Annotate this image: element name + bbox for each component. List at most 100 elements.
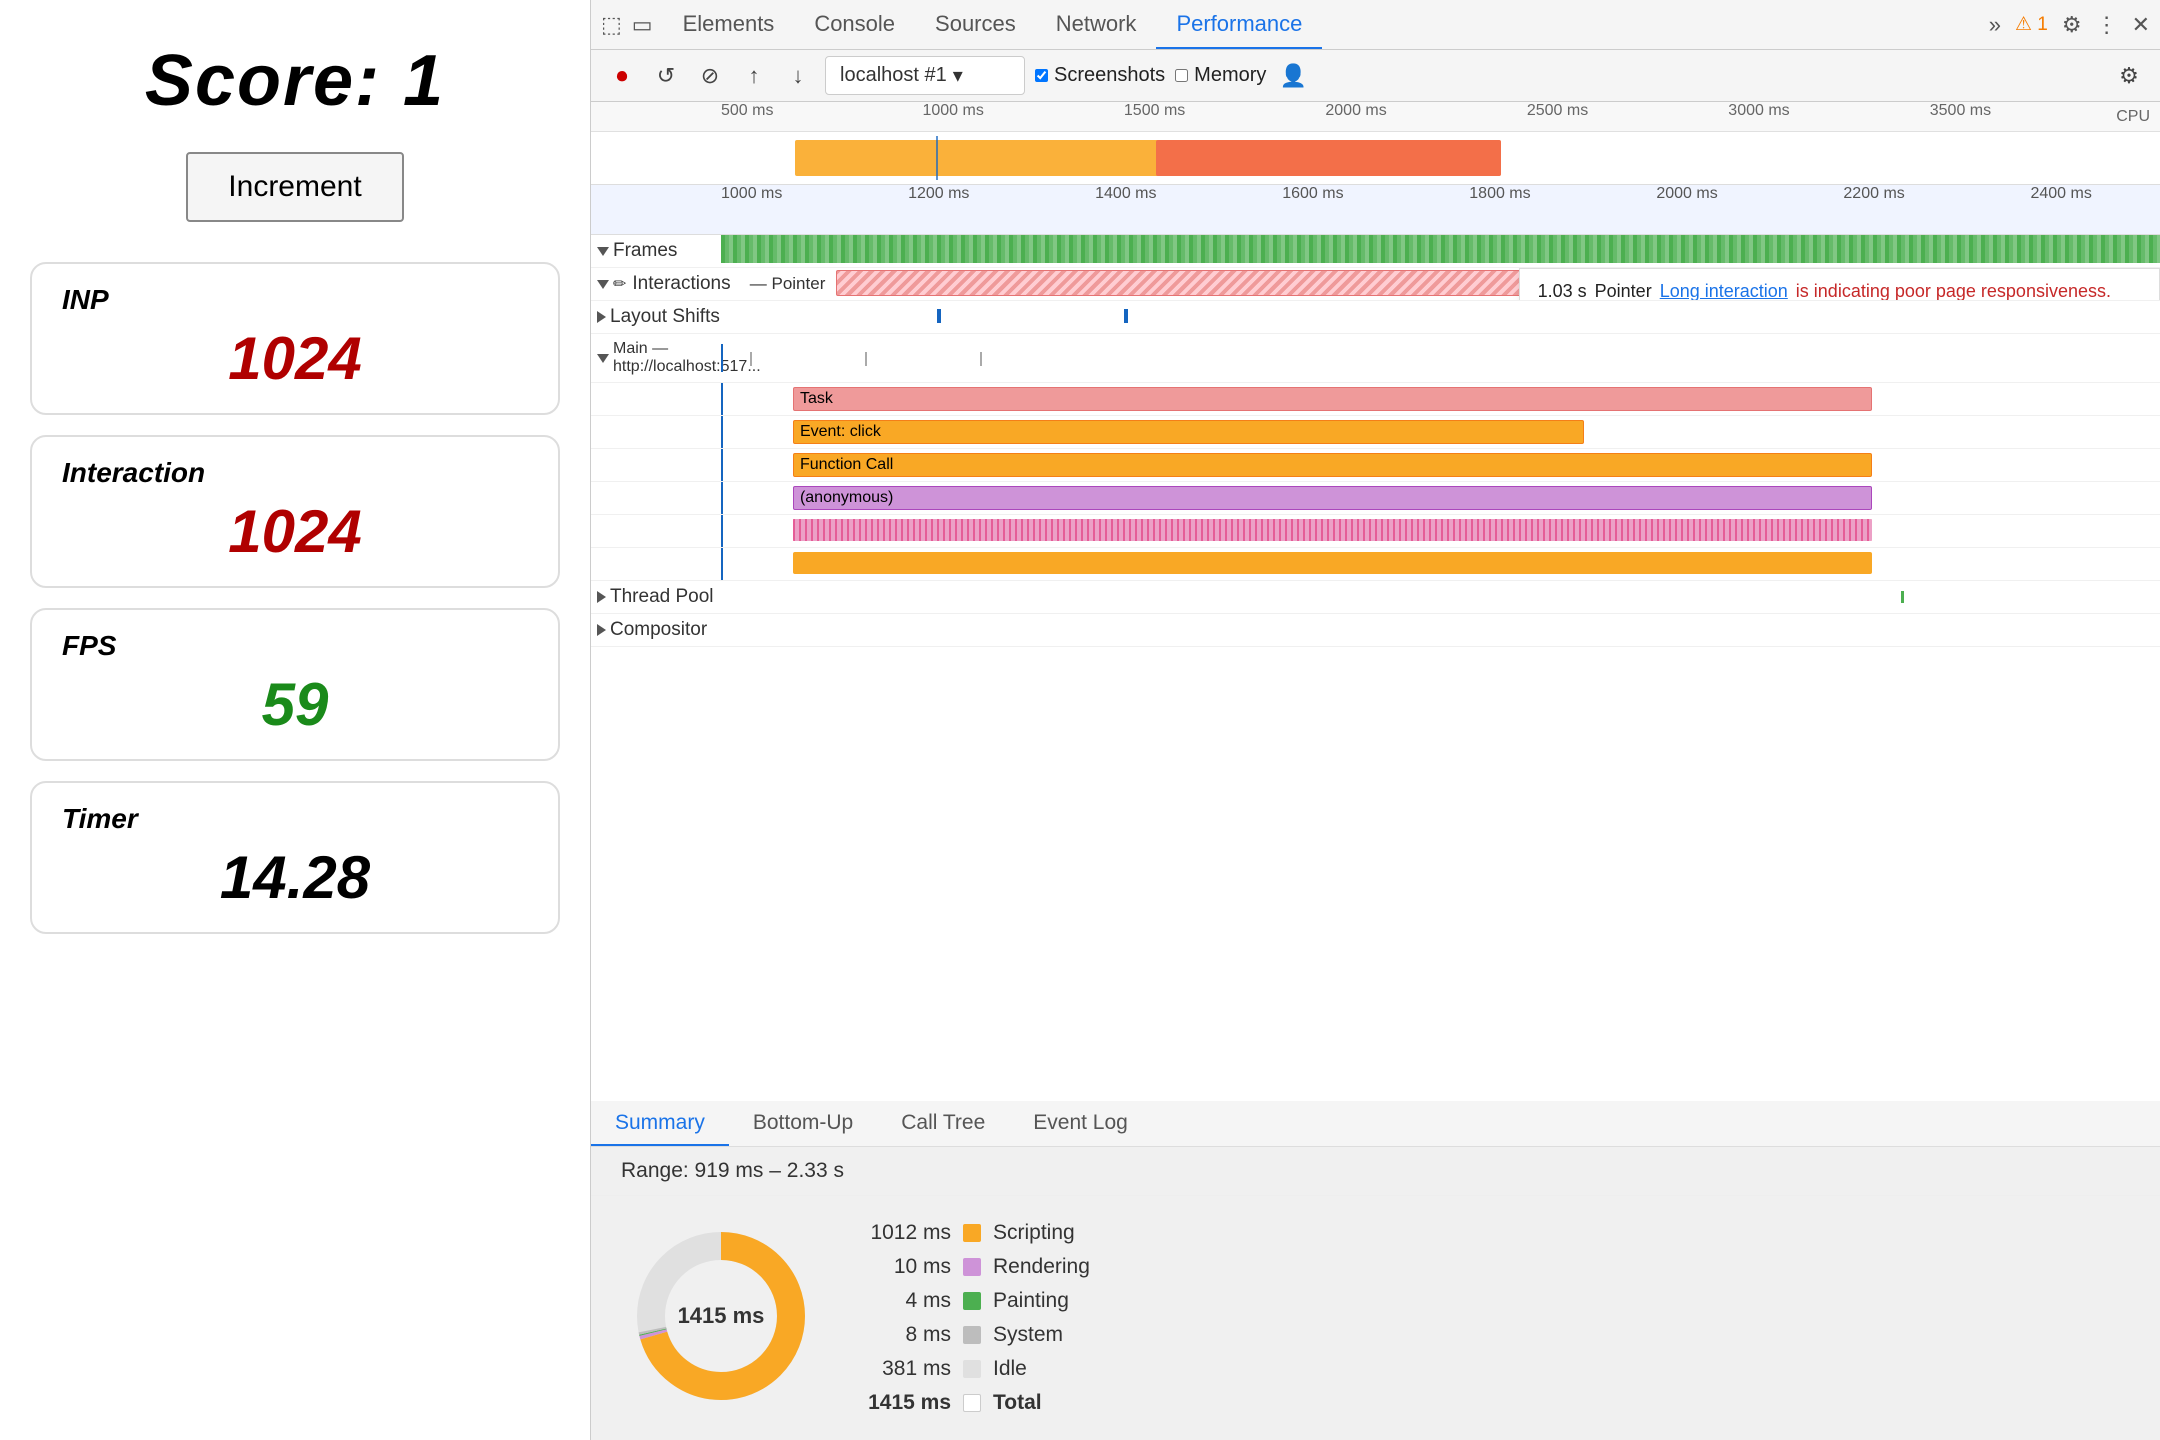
performance-toolbar: ⏺ ↺ ⊘ ↑ ↓ localhost #1 ▾ Screenshots Mem… bbox=[591, 50, 2160, 102]
compositor-track bbox=[721, 614, 2160, 646]
function-call-row: Function Call bbox=[591, 449, 2160, 482]
cpu-activity-red bbox=[1156, 140, 1501, 176]
ruler-mark: 2500 ms bbox=[1527, 102, 1588, 120]
legend-row: 381 ms Idle bbox=[861, 1352, 2130, 1386]
pink-pattern bbox=[793, 519, 1872, 541]
legend-row: 10 ms Rendering bbox=[861, 1250, 2130, 1284]
download-button[interactable]: ↓ bbox=[781, 59, 815, 93]
zoom-mark: 1800 ms bbox=[1469, 185, 1530, 203]
toolbar-settings-icon[interactable]: ⚙ bbox=[2112, 59, 2146, 93]
thread-pool-marker bbox=[1901, 591, 1904, 603]
legend-value: 1012 ms bbox=[861, 1221, 951, 1245]
metric-card-interaction: Interaction 1024 bbox=[30, 435, 560, 588]
more-options-icon[interactable]: ⋮ bbox=[2096, 12, 2118, 38]
device-icon[interactable]: ▭ bbox=[632, 12, 653, 38]
legend-color bbox=[963, 1258, 981, 1276]
layout-shifts-expand-icon[interactable] bbox=[597, 311, 606, 323]
clear-button[interactable]: ⊘ bbox=[693, 59, 727, 93]
frames-label: Frames bbox=[591, 240, 721, 262]
main-section: Main — http://localhost:517... Ta bbox=[591, 334, 2160, 581]
event-click-bar[interactable]: Event: click bbox=[793, 420, 1584, 444]
event-vline bbox=[721, 416, 723, 448]
reload-button[interactable]: ↺ bbox=[649, 59, 683, 93]
compositor-expand-icon[interactable] bbox=[597, 624, 606, 636]
compositor-row: Compositor bbox=[591, 614, 2160, 647]
anonymous-bar[interactable]: (anonymous) bbox=[793, 486, 1872, 510]
layout-shifts-row: Layout Shifts bbox=[591, 301, 2160, 334]
toolbar-user-icon[interactable]: 👤 bbox=[1276, 59, 1310, 93]
upload-button[interactable]: ↑ bbox=[737, 59, 771, 93]
settings-icon[interactable]: ⚙ bbox=[2062, 12, 2082, 38]
increment-button[interactable]: Increment bbox=[186, 152, 403, 222]
metric-label: FPS bbox=[62, 630, 528, 662]
zoom-mark: 2200 ms bbox=[1843, 185, 1904, 203]
ruler-mark: 3500 ms bbox=[1930, 102, 1991, 120]
bottom-tab-bar: Summary Bottom-Up Call Tree Event Log bbox=[591, 1101, 2160, 1147]
tab-call-tree[interactable]: Call Tree bbox=[877, 1101, 1009, 1146]
close-icon[interactable]: ✕ bbox=[2132, 12, 2150, 38]
legend-name: Painting bbox=[993, 1289, 1069, 1313]
interactions-row: ✏ Interactions — Pointer 1.03 s Pointer … bbox=[591, 268, 2160, 301]
zoom-mark: 2400 ms bbox=[2030, 185, 2091, 203]
metric-label: INP bbox=[62, 284, 528, 316]
thread-pool-track bbox=[721, 581, 2160, 613]
zoom-mark: 1000 ms bbox=[721, 185, 782, 203]
anon-vline bbox=[721, 482, 723, 514]
pink-vline bbox=[721, 515, 723, 547]
zoom-mark: 2000 ms bbox=[1656, 185, 1717, 203]
tab-performance[interactable]: Performance bbox=[1156, 0, 1322, 49]
tick2 bbox=[865, 352, 867, 366]
layout-shift-marker2 bbox=[1124, 309, 1128, 323]
ruler-mark: 500 ms bbox=[721, 102, 773, 120]
function-call-bar[interactable]: Function Call bbox=[793, 453, 1872, 477]
donut-chart: 1415 ms bbox=[621, 1216, 821, 1416]
url-selector[interactable]: localhost #1 ▾ bbox=[825, 56, 1025, 95]
devtools-panel: ⬚ ▭ Elements Console Sources Network Per… bbox=[590, 0, 2160, 1440]
timeline-ruler: 500 ms1000 ms1500 ms2000 ms2500 ms3000 m… bbox=[591, 102, 2160, 132]
frames-collapse-icon[interactable] bbox=[597, 247, 609, 256]
interaction-tooltip: 1.03 s Pointer Long interaction is indic… bbox=[1519, 268, 2160, 300]
tab-bottom-up[interactable]: Bottom-Up bbox=[729, 1101, 877, 1146]
pointer-label-left: — Pointer bbox=[750, 274, 826, 294]
overview-timeline[interactable]: 500 ms1000 ms1500 ms2000 ms2500 ms3000 m… bbox=[591, 102, 2160, 185]
zoom-mark: 1400 ms bbox=[1095, 185, 1156, 203]
legend-name: Idle bbox=[993, 1357, 1027, 1381]
thread-pool-expand-icon[interactable] bbox=[597, 591, 606, 603]
task-track: Task bbox=[721, 383, 2160, 415]
interactions-collapse-icon[interactable] bbox=[597, 280, 609, 289]
metric-value: 1024 bbox=[62, 324, 528, 393]
devtools-tab-bar: ⬚ ▭ Elements Console Sources Network Per… bbox=[591, 0, 2160, 50]
pink-bar bbox=[793, 519, 1872, 541]
inspect-icon[interactable]: ⬚ bbox=[601, 12, 622, 38]
zoom-timeline[interactable]: 1000 ms1200 ms1400 ms1600 ms1800 ms2000 … bbox=[591, 185, 2160, 235]
metric-card-fps: FPS 59 bbox=[30, 608, 560, 761]
flame-chart[interactable]: Frames ✏ Interactions — Pointer bbox=[591, 235, 2160, 1101]
interactions-track: — Pointer 1.03 s Pointer Long interactio… bbox=[721, 268, 2160, 300]
screenshots-toggle[interactable]: Screenshots bbox=[1035, 64, 1165, 87]
legend-row: 8 ms System bbox=[861, 1318, 2130, 1352]
pink-bar-row bbox=[591, 515, 2160, 548]
metric-label: Timer bbox=[62, 803, 528, 835]
tab-sources[interactable]: Sources bbox=[915, 0, 1036, 49]
url-dropdown-icon: ▾ bbox=[953, 63, 963, 88]
legend-value: 10 ms bbox=[861, 1255, 951, 1279]
task-vline bbox=[721, 383, 723, 415]
memory-toggle[interactable]: Memory bbox=[1175, 64, 1266, 87]
more-tabs-icon[interactable]: » bbox=[1989, 12, 2001, 38]
anonymous-row: (anonymous) bbox=[591, 482, 2160, 515]
record-button[interactable]: ⏺ bbox=[605, 59, 639, 93]
legend-value: 1415 ms bbox=[861, 1391, 951, 1415]
tab-summary[interactable]: Summary bbox=[591, 1101, 729, 1146]
tab-elements[interactable]: Elements bbox=[663, 0, 795, 49]
tab-console[interactable]: Console bbox=[794, 0, 915, 49]
legend-name: Scripting bbox=[993, 1221, 1075, 1245]
long-interaction-link[interactable]: Long interaction bbox=[1660, 281, 1788, 300]
tab-event-log[interactable]: Event Log bbox=[1009, 1101, 1152, 1146]
metric-card-timer: Timer 14.28 bbox=[30, 781, 560, 934]
ruler-mark: 2000 ms bbox=[1325, 102, 1386, 120]
task-bar[interactable]: Task bbox=[793, 387, 1872, 411]
tick1 bbox=[750, 352, 752, 366]
main-collapse-icon[interactable] bbox=[597, 354, 609, 363]
tab-network[interactable]: Network bbox=[1036, 0, 1157, 49]
left-panel: Score: 1 Increment INP 1024 Interaction … bbox=[0, 0, 590, 1440]
